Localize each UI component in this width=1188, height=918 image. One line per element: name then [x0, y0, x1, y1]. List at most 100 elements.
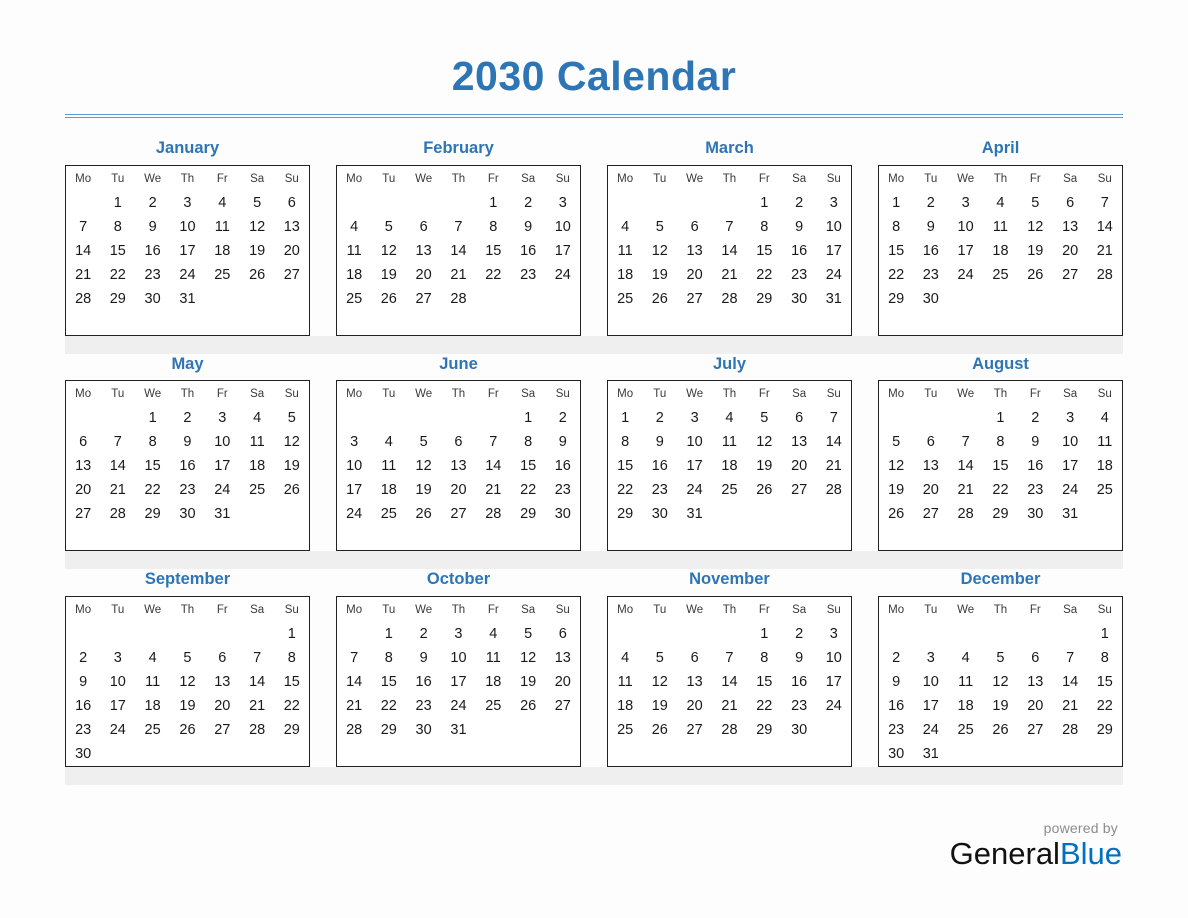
day-cell[interactable]: 19: [406, 478, 441, 502]
day-cell[interactable]: 25: [608, 287, 643, 311]
day-cell[interactable]: 19: [275, 454, 310, 478]
day-cell[interactable]: 13: [1018, 670, 1053, 694]
day-cell[interactable]: 25: [608, 718, 643, 742]
day-cell[interactable]: 23: [642, 478, 677, 502]
day-cell[interactable]: 12: [371, 239, 406, 263]
day-cell[interactable]: 20: [782, 454, 817, 478]
day-cell[interactable]: 25: [240, 478, 275, 502]
day-cell[interactable]: 14: [712, 239, 747, 263]
day-cell[interactable]: 5: [642, 646, 677, 670]
day-cell[interactable]: 8: [879, 215, 914, 239]
day-cell[interactable]: 23: [913, 263, 948, 287]
day-cell[interactable]: 20: [677, 694, 712, 718]
day-cell[interactable]: 27: [275, 263, 310, 287]
day-cell[interactable]: 8: [608, 430, 643, 454]
day-cell[interactable]: 7: [712, 215, 747, 239]
day-cell[interactable]: 1: [608, 406, 643, 430]
day-cell[interactable]: 28: [712, 287, 747, 311]
day-cell[interactable]: 29: [371, 718, 406, 742]
day-cell[interactable]: 27: [66, 502, 101, 526]
day-cell[interactable]: 12: [879, 454, 914, 478]
day-cell[interactable]: 13: [66, 454, 101, 478]
day-cell[interactable]: 28: [240, 718, 275, 742]
day-cell[interactable]: 30: [642, 502, 677, 526]
day-cell[interactable]: 3: [441, 622, 476, 646]
day-cell[interactable]: 20: [275, 239, 310, 263]
day-cell[interactable]: 25: [983, 263, 1018, 287]
day-cell[interactable]: 15: [275, 670, 310, 694]
day-cell[interactable]: 15: [100, 239, 135, 263]
day-cell[interactable]: 25: [337, 287, 372, 311]
day-cell[interactable]: 14: [948, 454, 983, 478]
day-cell[interactable]: 21: [817, 454, 852, 478]
day-cell[interactable]: 28: [476, 502, 511, 526]
day-cell[interactable]: 11: [608, 239, 643, 263]
day-cell[interactable]: 21: [712, 694, 747, 718]
day-cell[interactable]: 10: [205, 430, 240, 454]
day-cell[interactable]: 7: [1053, 646, 1088, 670]
day-cell[interactable]: 6: [782, 406, 817, 430]
day-cell[interactable]: 3: [546, 191, 581, 215]
day-cell[interactable]: 10: [913, 670, 948, 694]
day-cell[interactable]: 12: [170, 670, 205, 694]
day-cell[interactable]: 26: [983, 718, 1018, 742]
day-cell[interactable]: 17: [205, 454, 240, 478]
day-cell[interactable]: 24: [100, 718, 135, 742]
day-cell[interactable]: 22: [1088, 694, 1123, 718]
day-cell[interactable]: 21: [337, 694, 372, 718]
day-cell[interactable]: 5: [275, 406, 310, 430]
day-cell[interactable]: 30: [879, 742, 914, 767]
day-cell[interactable]: 21: [712, 263, 747, 287]
day-cell[interactable]: 31: [913, 742, 948, 767]
day-cell[interactable]: 13: [546, 646, 581, 670]
day-cell[interactable]: 1: [983, 406, 1018, 430]
day-cell[interactable]: 18: [371, 478, 406, 502]
day-cell[interactable]: 6: [546, 622, 581, 646]
day-cell[interactable]: 26: [642, 718, 677, 742]
day-cell[interactable]: 18: [205, 239, 240, 263]
day-cell[interactable]: 1: [1088, 622, 1123, 646]
day-cell[interactable]: 4: [712, 406, 747, 430]
day-cell[interactable]: 15: [476, 239, 511, 263]
day-cell[interactable]: 10: [100, 670, 135, 694]
day-cell[interactable]: 4: [948, 646, 983, 670]
day-cell[interactable]: 18: [240, 454, 275, 478]
day-cell[interactable]: 14: [476, 454, 511, 478]
day-cell[interactable]: 3: [817, 622, 852, 646]
day-cell[interactable]: 25: [712, 478, 747, 502]
day-cell[interactable]: 20: [677, 263, 712, 287]
day-cell[interactable]: 15: [511, 454, 546, 478]
day-cell[interactable]: 21: [476, 478, 511, 502]
day-cell[interactable]: 12: [511, 646, 546, 670]
day-cell[interactable]: 25: [135, 718, 170, 742]
day-cell[interactable]: 19: [747, 454, 782, 478]
day-cell[interactable]: 13: [406, 239, 441, 263]
day-cell[interactable]: 29: [747, 287, 782, 311]
day-cell[interactable]: 5: [406, 430, 441, 454]
day-cell[interactable]: 12: [747, 430, 782, 454]
day-cell[interactable]: 24: [170, 263, 205, 287]
day-cell[interactable]: 17: [100, 694, 135, 718]
day-cell[interactable]: 27: [205, 718, 240, 742]
day-cell[interactable]: 27: [1018, 718, 1053, 742]
day-cell[interactable]: 8: [135, 430, 170, 454]
day-cell[interactable]: 7: [948, 430, 983, 454]
day-cell[interactable]: 9: [66, 670, 101, 694]
day-cell[interactable]: 26: [371, 287, 406, 311]
day-cell[interactable]: 29: [608, 502, 643, 526]
day-cell[interactable]: 21: [441, 263, 476, 287]
day-cell[interactable]: 16: [879, 694, 914, 718]
day-cell[interactable]: 11: [948, 670, 983, 694]
day-cell[interactable]: 16: [135, 239, 170, 263]
day-cell[interactable]: 17: [817, 670, 852, 694]
day-cell[interactable]: 17: [1053, 454, 1088, 478]
day-cell[interactable]: 16: [511, 239, 546, 263]
day-cell[interactable]: 7: [476, 430, 511, 454]
day-cell[interactable]: 3: [205, 406, 240, 430]
day-cell[interactable]: 14: [817, 430, 852, 454]
day-cell[interactable]: 17: [441, 670, 476, 694]
day-cell[interactable]: 12: [642, 670, 677, 694]
day-cell[interactable]: 23: [546, 478, 581, 502]
day-cell[interactable]: 16: [642, 454, 677, 478]
day-cell[interactable]: 15: [371, 670, 406, 694]
